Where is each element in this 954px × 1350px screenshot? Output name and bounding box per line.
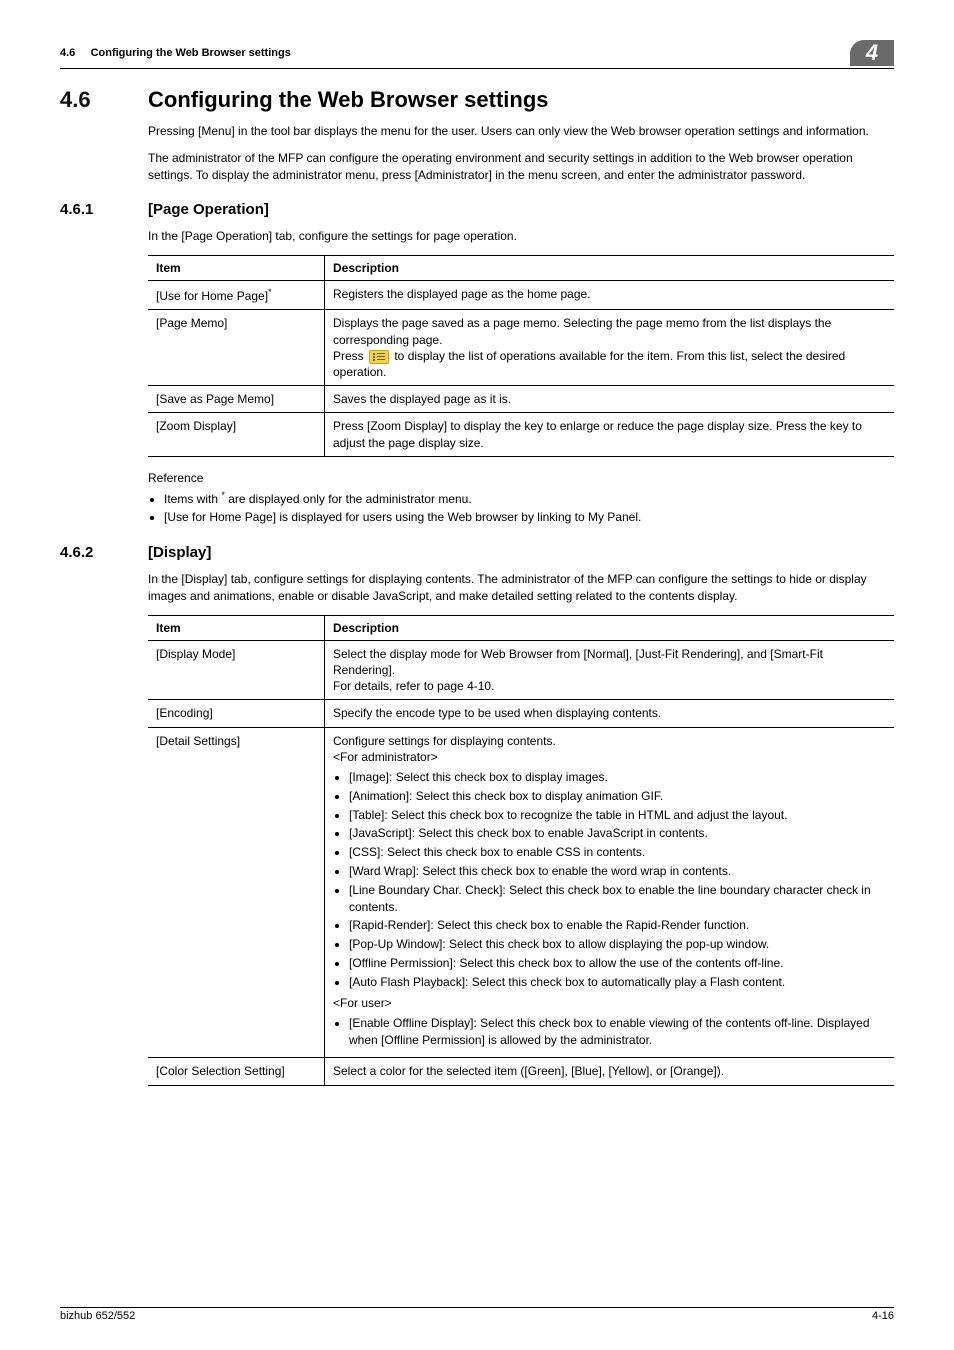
paragraph: In the [Display] tab, configure settings… (148, 571, 894, 605)
table-row: [Detail Settings] Configure settings for… (148, 727, 894, 1058)
cell-desc: Select a color for the selected item ([G… (325, 1058, 895, 1085)
table-row: [Save as Page Memo] Saves the displayed … (148, 386, 894, 413)
reference-label: Reference (148, 471, 894, 485)
header-section-number: 4.6 (60, 47, 75, 59)
cell-desc: Saves the displayed page as it is. (325, 386, 895, 413)
for-admin-label: <For administrator> (333, 749, 886, 765)
list-item: [CSS]: Select this check box to enable C… (349, 844, 886, 861)
list-item: [Ward Wrap]: Select this check box to en… (349, 863, 886, 880)
subsection-body: In the [Display] tab, configure settings… (148, 571, 894, 1085)
cell-item: [Color Selection Setting] (148, 1058, 325, 1085)
col-header-desc: Description (325, 615, 895, 640)
cell-desc: Registers the displayed page as the home… (325, 281, 895, 310)
footnote-star: * (268, 287, 272, 297)
page-footer: bizhub 652/552 4-16 (60, 1307, 894, 1322)
col-header-item: Item (148, 256, 325, 281)
list-item: [Use for Home Page] is displayed for use… (164, 509, 894, 526)
subsection-title: [Display] (148, 544, 211, 561)
header-section-title: Configuring the Web Browser settings (91, 47, 291, 59)
table-row: [Zoom Display] Press [Zoom Display] to d… (148, 413, 894, 456)
cell-item: [Encoding] (148, 700, 325, 727)
cell-desc: Press [Zoom Display] to display the key … (325, 413, 895, 456)
list-item: [Line Boundary Char. Check]: Select this… (349, 882, 886, 916)
list-item: [Auto Flash Playback]: Select this check… (349, 974, 886, 991)
subsection-heading: 4.6.1 [Page Operation] (60, 201, 894, 218)
paragraph: The administrator of the MFP can configu… (148, 150, 894, 184)
paragraph: In the [Page Operation] tab, configure t… (148, 228, 894, 245)
running-header: 4.6 Configuring the Web Browser settings… (60, 40, 894, 69)
paragraph: Pressing [Menu] in the tool bar displays… (148, 123, 894, 140)
subsection-body: In the [Page Operation] tab, configure t… (148, 228, 894, 526)
col-header-item: Item (148, 615, 325, 640)
footer-left: bizhub 652/552 (60, 1310, 135, 1322)
table-row: [Page Memo] Displays the page saved as a… (148, 310, 894, 386)
list-item: [Offline Permission]: Select this check … (349, 955, 886, 972)
cell-item: [Zoom Display] (148, 413, 325, 456)
detail-lead: Configure settings for displaying conten… (333, 733, 886, 749)
list-item: [Image]: Select this check box to displa… (349, 769, 886, 786)
page-operation-table: Item Description [Use for Home Page]* Re… (148, 255, 894, 457)
table-row: [Display Mode] Select the display mode f… (148, 640, 894, 700)
section-number: 4.6 (60, 87, 120, 113)
cell-item: [Save as Page Memo] (148, 386, 325, 413)
list-item: [JavaScript]: Select this check box to e… (349, 825, 886, 842)
subsection-heading: 4.6.2 [Display] (60, 544, 894, 561)
cell-desc: Displays the page saved as a page memo. … (325, 310, 895, 386)
user-list: [Enable Offline Display]: Select this ch… (333, 1015, 886, 1049)
cell-desc: Configure settings for displaying conten… (325, 727, 895, 1058)
header-left: 4.6 Configuring the Web Browser settings (60, 47, 291, 59)
list-item: [Table]: Select this check box to recogn… (349, 807, 886, 824)
reference-list: Items with * are displayed only for the … (148, 489, 894, 527)
footer-right: 4-16 (872, 1310, 894, 1322)
section-body: Pressing [Menu] in the tool bar displays… (148, 123, 894, 183)
page: 4.6 Configuring the Web Browser settings… (0, 0, 954, 1350)
col-header-desc: Description (325, 256, 895, 281)
subsection-title: [Page Operation] (148, 201, 269, 218)
section-heading: 4.6 Configuring the Web Browser settings (60, 87, 894, 113)
for-user-label: <For user> (333, 995, 886, 1011)
display-table: Item Description [Display Mode] Select t… (148, 615, 894, 1086)
list-item: Items with * are displayed only for the … (164, 489, 894, 508)
list-item: [Animation]: Select this check box to di… (349, 788, 886, 805)
cell-item: [Display Mode] (148, 640, 325, 700)
list-item: [Pop-Up Window]: Select this check box t… (349, 936, 886, 953)
subsection-number: 4.6.2 (60, 544, 120, 561)
cell-desc: Specify the encode type to be used when … (325, 700, 895, 727)
admin-list: [Image]: Select this check box to displa… (333, 769, 886, 991)
table-row: [Color Selection Setting] Select a color… (148, 1058, 894, 1085)
list-item: [Rapid-Render]: Select this check box to… (349, 917, 886, 934)
table-row: [Use for Home Page]* Registers the displ… (148, 281, 894, 310)
list-item: [Enable Offline Display]: Select this ch… (349, 1015, 886, 1049)
cell-item: [Page Memo] (148, 310, 325, 386)
section-title: Configuring the Web Browser settings (148, 87, 549, 113)
cell-item: [Detail Settings] (148, 727, 325, 1058)
chapter-badge: 4 (850, 40, 894, 66)
subsection-number: 4.6.1 (60, 201, 120, 218)
cell-item: [Use for Home Page]* (148, 281, 325, 310)
list-icon (369, 350, 389, 364)
table-row: [Encoding] Specify the encode type to be… (148, 700, 894, 727)
cell-desc: Select the display mode for Web Browser … (325, 640, 895, 700)
